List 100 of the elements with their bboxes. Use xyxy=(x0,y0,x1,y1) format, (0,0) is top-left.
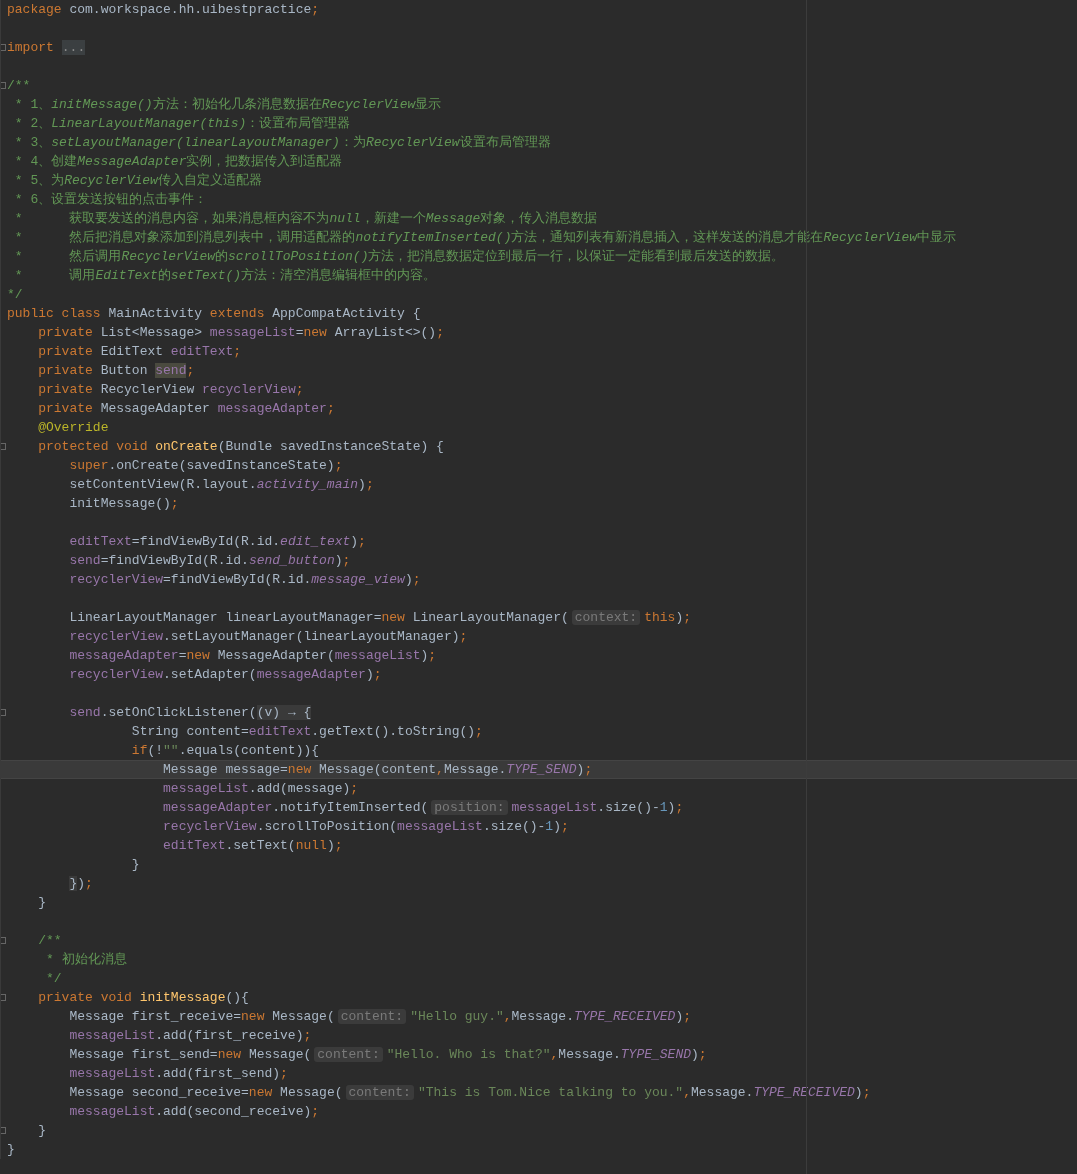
keyword: ; xyxy=(85,876,93,891)
doc-comment: * 然后把消息对象添加到消息列表中，调用适配器的 xyxy=(14,230,356,245)
doc-comment-code: RecyclerView xyxy=(321,97,416,112)
keyword: if xyxy=(131,743,148,758)
doc-comment: * 5、为 xyxy=(14,173,65,188)
doc-comment: ，新建一个 xyxy=(360,211,426,226)
code-text: Message first_receive= xyxy=(69,1009,242,1024)
doc-comment-code: scrollToPosition() xyxy=(228,249,369,264)
keyword: ; xyxy=(342,553,351,568)
doc-comment: 实例，把数据传入到适配器 xyxy=(186,154,343,169)
doc-comment-code: notifyItemInserted() xyxy=(355,230,512,245)
constant-name: TYPE_SEND xyxy=(620,1047,691,1062)
keyword: ; xyxy=(683,1009,692,1024)
code-text: = xyxy=(295,325,304,340)
keyword: null xyxy=(295,838,327,853)
highlighted-field-name: send xyxy=(155,363,187,378)
fold-marker-icon[interactable] xyxy=(1,994,6,1001)
field-name: recyclerView xyxy=(69,667,164,682)
code-text: =findViewById(R.id. xyxy=(131,534,281,549)
fold-marker-icon[interactable] xyxy=(1,82,6,89)
doc-comment: 方法：初始化几条消息数据在 xyxy=(152,97,322,112)
keyword: extends xyxy=(209,306,266,321)
field-name: messageList xyxy=(209,325,296,340)
field-name: messageList xyxy=(69,1028,156,1043)
code-text: MessageAdapter xyxy=(100,401,211,416)
method-name: onCreate xyxy=(155,439,218,454)
code-text: List<Message> xyxy=(100,325,204,340)
keyword: , xyxy=(550,1047,559,1062)
code-text: } xyxy=(38,1123,47,1138)
fold-marker-icon[interactable] xyxy=(1,443,6,450)
doc-comment-code: initMessage() xyxy=(51,97,153,112)
folded-lambda[interactable]: } xyxy=(69,876,78,891)
method-name: initMessage xyxy=(139,990,226,1005)
keyword: ; xyxy=(428,648,437,663)
doc-comment: * 3、 xyxy=(14,135,52,150)
doc-comment: ：设置布局管理器 xyxy=(246,116,351,131)
doc-comment: * 初始化消息 xyxy=(46,952,127,967)
doc-comment: /** xyxy=(7,78,31,93)
code-text: (! xyxy=(147,743,164,758)
doc-comment: * 1、 xyxy=(14,97,52,112)
keyword: super xyxy=(69,458,109,473)
string-literal: "Hello. Who is that?" xyxy=(386,1047,551,1062)
code-text: .getText().toString() xyxy=(311,724,476,739)
code-text: ) xyxy=(350,534,359,549)
keyword: new xyxy=(381,610,406,625)
code-text: .setAdapter( xyxy=(163,667,257,682)
code-text: Message( xyxy=(280,1085,343,1100)
keyword: private xyxy=(38,401,94,416)
doc-comment-code: EditText xyxy=(95,268,158,283)
doc-comment: 方法：清空消息编辑框中的内容。 xyxy=(241,268,437,283)
code-text: ) xyxy=(675,610,684,625)
field-name: messageAdapter xyxy=(163,800,273,815)
code-text: } xyxy=(131,857,140,872)
code-text: .onCreate(savedInstanceState) xyxy=(108,458,335,473)
keyword: , xyxy=(683,1085,691,1100)
field-name: editText xyxy=(248,724,312,739)
field-name: messageList xyxy=(334,648,421,663)
field-name: recyclerView xyxy=(69,572,164,587)
field-name: editText xyxy=(163,838,226,853)
code-text: MainActivity xyxy=(108,306,204,321)
code-text: ) xyxy=(675,1009,684,1024)
folded-code[interactable]: ... xyxy=(61,40,86,55)
keyword: protected void xyxy=(38,439,149,454)
code-text: ) xyxy=(358,477,366,492)
code-text: =findViewById(R.id. xyxy=(163,572,312,587)
code-text: ) xyxy=(365,667,374,682)
keyword: , xyxy=(436,762,444,777)
keyword: ; xyxy=(233,344,242,359)
doc-comment: * 获取要发送的消息内容，如果消息框内容不为 xyxy=(14,211,330,226)
folded-lambda[interactable]: (v) → { xyxy=(256,705,312,720)
constant-name: activity_main xyxy=(256,477,359,492)
field-name: messageList xyxy=(511,800,598,815)
fold-marker-icon[interactable] xyxy=(1,937,6,944)
code-text: MessageAdapter( xyxy=(217,648,335,663)
code-text: ) xyxy=(667,800,676,815)
code-text: String content= xyxy=(131,724,249,739)
fold-marker-icon[interactable] xyxy=(1,1127,6,1134)
fold-marker-icon[interactable] xyxy=(1,44,6,51)
code-text: .add(first_receive) xyxy=(155,1028,304,1043)
keyword: private xyxy=(38,363,94,378)
code-text: .add(second_receive) xyxy=(155,1104,312,1119)
code-text: ) xyxy=(334,553,343,568)
field-name: messageList xyxy=(397,819,483,834)
keyword: new xyxy=(186,648,211,663)
code-text: EditText xyxy=(100,344,165,359)
field-name: messageAdapter xyxy=(256,667,366,682)
code-text: Message first_send= xyxy=(69,1047,218,1062)
string-literal: "This is Tom.Nice talking to you." xyxy=(417,1085,684,1100)
keyword: ; xyxy=(436,325,444,340)
constant-name: send_button xyxy=(248,553,335,568)
annotation: @Override xyxy=(38,420,109,435)
code-text: } xyxy=(38,895,47,910)
doc-comment: 中显示 xyxy=(917,230,957,245)
constant-name: TYPE_SEND xyxy=(506,762,577,777)
doc-comment: 的 xyxy=(157,268,171,283)
code-text: ) xyxy=(553,819,561,834)
code-text: AppCompatActivity { xyxy=(272,306,421,321)
fold-marker-icon[interactable] xyxy=(1,709,6,716)
code-text: LinearLayoutManager( xyxy=(412,610,569,625)
keyword: public class xyxy=(7,306,102,321)
